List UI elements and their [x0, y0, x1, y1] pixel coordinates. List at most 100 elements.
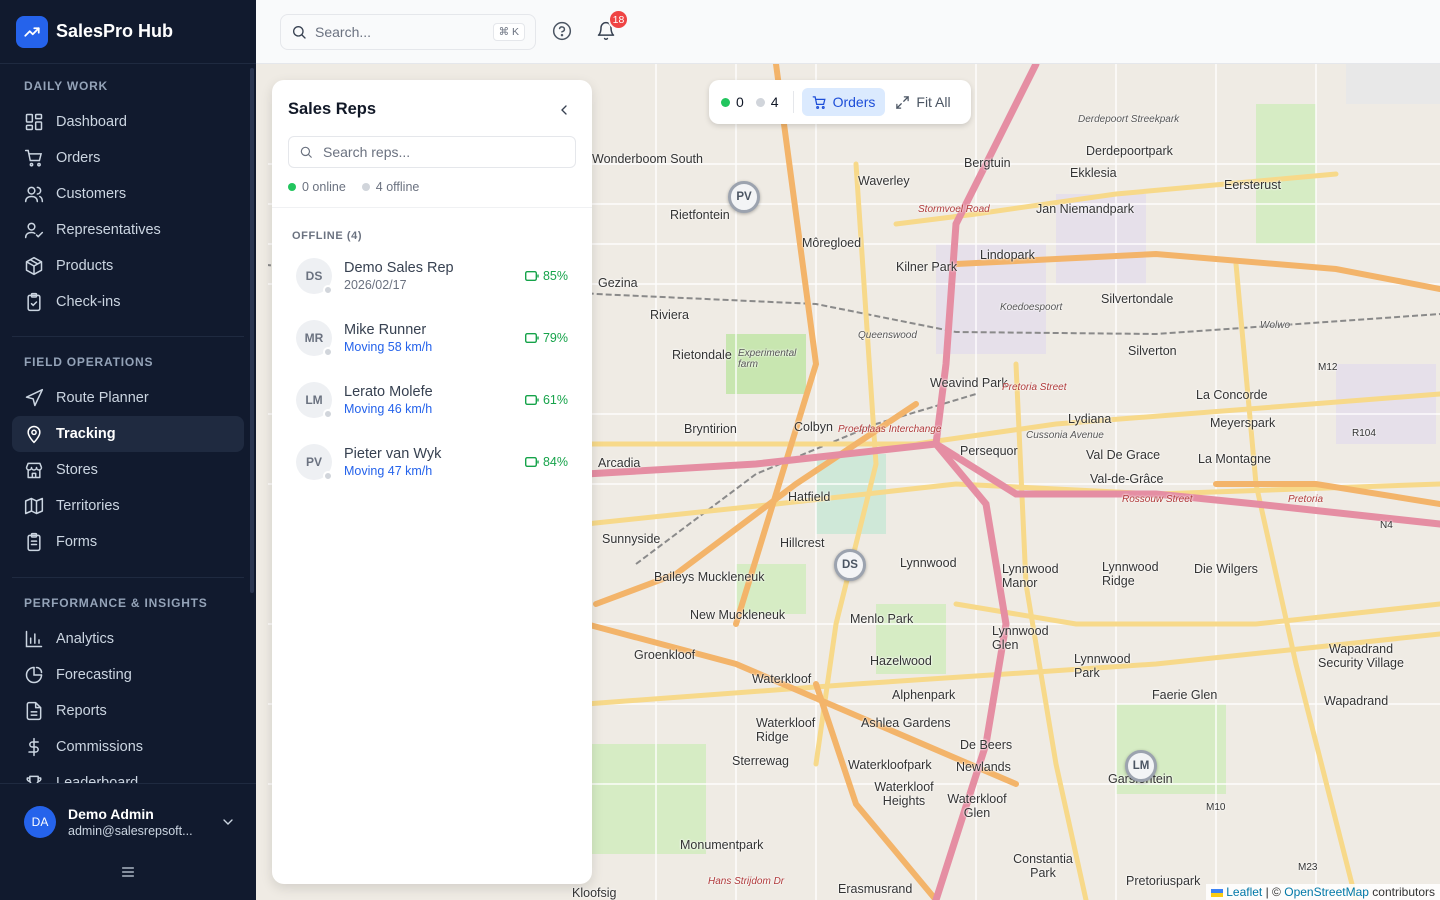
sidebar-item-forecasting[interactable]: Forecasting — [12, 657, 244, 693]
map-label: Kloofsig — [572, 886, 617, 900]
map-label: Rossouw Street — [1122, 494, 1193, 505]
map-label: La Montagne — [1198, 452, 1271, 466]
sidebar-item-route-planner[interactable]: Route Planner — [12, 380, 244, 416]
map-label: Lynnwood — [900, 556, 957, 570]
user-email: admin@salesrepsoft... — [68, 824, 193, 838]
offline-count: 4 — [770, 94, 779, 110]
map-label: Proefplaas Interchange — [838, 424, 942, 435]
sidebar-item-dashboard[interactable]: Dashboard — [12, 104, 244, 140]
map-label: Pretoria — [1288, 494, 1324, 505]
map-label: Lindopark — [980, 248, 1035, 262]
sidebar-item-territories[interactable]: Territories — [12, 488, 244, 524]
rep-marker-ds[interactable]: DS — [834, 549, 866, 581]
sidebar-item-label: Dashboard — [56, 114, 127, 130]
clipboard-icon — [27, 532, 41, 552]
trophy-icon — [26, 775, 42, 783]
map-label: Wonderboom South — [592, 152, 703, 166]
store-icon — [25, 462, 43, 479]
sidebar-item-analytics[interactable]: Analytics — [12, 621, 244, 657]
map-label: Val-de-Grâce — [1090, 472, 1164, 486]
online-status: 0 online — [302, 180, 346, 194]
map-label: Baileys Muckleneuk — [654, 570, 765, 584]
map-label: Lydiana — [1068, 412, 1112, 426]
sidebar-nav: DAILY WORK Dashboard Orders Customers Re… — [0, 64, 256, 783]
osm-link[interactable]: OpenStreetMap — [1284, 885, 1369, 899]
map-label: Waterkloof — [752, 672, 812, 686]
status-summary: 0 online 4 offline — [288, 180, 419, 194]
map-label: Môregloed — [802, 236, 862, 250]
map-label: Stormvoel Road — [918, 204, 990, 215]
sidebar-item-tracking[interactable]: Tracking — [12, 416, 244, 452]
map-label: Lynnwood Ridge — [1102, 560, 1159, 588]
map-label: Erasmusrand — [838, 882, 913, 896]
map-label: Faerie Glen — [1152, 688, 1218, 702]
map-label: Wapadrand Security Village — [1318, 642, 1404, 670]
map-label: Experimental farm — [738, 348, 797, 370]
map-label: Pretoriuspark — [1126, 874, 1201, 888]
rep-speed: Moving 58 km/h — [344, 340, 433, 354]
map-attribution: Leaflet | © OpenStreetMap contributors — [1205, 884, 1440, 900]
map-controls: 0 4 Orders Fit All — [709, 80, 971, 124]
sidebar-item-leaderboard[interactable]: Leaderboard — [12, 765, 244, 783]
sidebar-item-orders[interactable]: Orders — [12, 140, 244, 176]
map-label: Riviera — [650, 308, 689, 322]
sidebar-item-customers[interactable]: Customers — [12, 176, 244, 212]
sidebar-item-products[interactable]: Products — [12, 248, 244, 284]
menu-icon[interactable] — [120, 864, 136, 880]
rep-marker-lm[interactable]: LM — [1125, 750, 1157, 782]
map-label: Gezina — [598, 276, 638, 290]
sidebar-scrollbar[interactable] — [250, 68, 254, 593]
sales-reps-panel: Sales Reps Search reps... 0 online 4 off… — [272, 80, 592, 884]
fit-all-button[interactable]: Fit All — [885, 88, 960, 116]
app-name: SalesPro Hub — [56, 21, 174, 41]
map-label: Hans Strijdom Dr — [708, 876, 785, 887]
battery-level: 85% — [542, 269, 568, 283]
sidebar-item-representatives[interactable]: Representatives — [12, 212, 244, 248]
rep-list-item[interactable]: MR Mike Runner Moving 58 km/h 79% — [288, 311, 576, 365]
rep-marker-pv[interactable]: PV — [728, 181, 760, 213]
map-label: Kilner Park — [896, 260, 958, 274]
orders-toggle-button[interactable]: Orders — [801, 88, 886, 116]
map-label: Waterkloof Ridge — [756, 716, 816, 744]
user-menu-button[interactable]: DA Demo Admin admin@salesrepsoft... — [24, 800, 236, 844]
map-label: Weavind Park — [930, 376, 1008, 390]
online-count: 0 — [736, 94, 744, 110]
rep-initials: PV — [305, 455, 322, 469]
user-check-icon — [24, 222, 44, 239]
sidebar-item-check-ins[interactable]: Check-ins — [12, 284, 244, 320]
map-label: Hazelwood — [870, 654, 932, 668]
sidebar-item-reports[interactable]: Reports — [12, 693, 244, 729]
section-title-field-operations: FIELD OPERATIONS — [24, 355, 154, 369]
topbar: Search... ⌘ K 18 — [256, 0, 1440, 64]
rep-list-item[interactable]: DS Demo Sales Rep 2026/02/17 85% — [288, 249, 576, 303]
forecast-icon — [25, 666, 43, 684]
map-label: Colbyn — [794, 420, 833, 434]
map-label: La Concorde — [1196, 388, 1268, 402]
map-label: Bryntirion — [684, 422, 737, 436]
rep-initials: DS — [305, 269, 323, 283]
dashboard-icon — [25, 113, 43, 131]
map-label: Eersterust — [1224, 178, 1281, 192]
chevron-left-icon[interactable] — [556, 102, 572, 118]
map-label: Lynnwood Glen — [992, 624, 1049, 652]
rep-avatar: PV — [296, 444, 333, 481]
user-menu: DA Demo Admin admin@salesrepsoft... — [0, 783, 256, 900]
sidebar-item-commissions[interactable]: Commissions — [12, 729, 244, 765]
expand-icon — [896, 95, 910, 109]
rep-list-item[interactable]: LM Lerato Molefe Moving 46 km/h 61% — [288, 373, 576, 427]
help-icon[interactable] — [552, 21, 572, 41]
tracking-map[interactable]: Wonderboom South Rietfontein Waverley Be… — [256, 64, 1440, 900]
trending-up-icon — [16, 15, 48, 48]
map-label: De Beers — [960, 738, 1013, 752]
rep-name: Pieter van Wyk — [344, 446, 442, 462]
users-icon — [24, 186, 44, 203]
global-search-input[interactable]: Search... ⌘ K — [280, 14, 536, 50]
leaflet-link[interactable]: Leaflet — [1226, 885, 1262, 899]
sidebar-item-label: Territories — [56, 498, 120, 514]
sidebar-item-forms[interactable]: Forms — [12, 524, 244, 560]
rep-list-item[interactable]: PV Pieter van Wyk Moving 47 km/h 84% — [288, 435, 576, 489]
rep-search-input[interactable]: Search reps... — [288, 136, 576, 168]
search-icon — [300, 146, 312, 158]
offline-dot — [361, 183, 370, 191]
sidebar-item-stores[interactable]: Stores — [12, 452, 244, 488]
